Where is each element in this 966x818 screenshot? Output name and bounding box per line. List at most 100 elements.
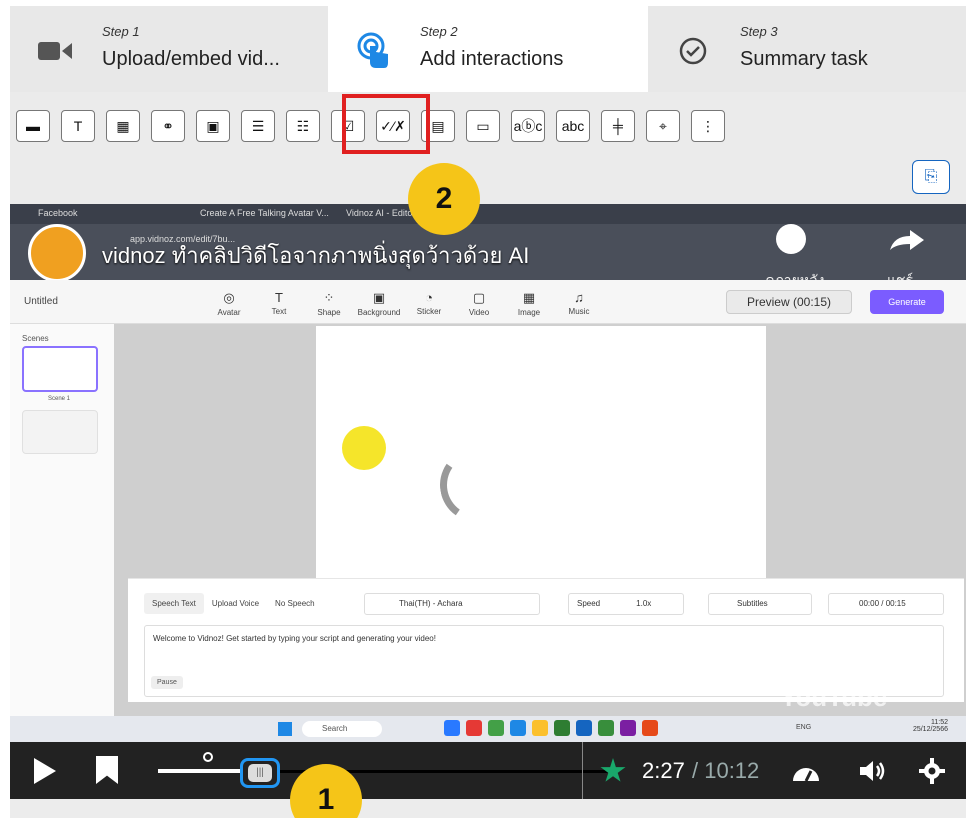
speech-tabs: Speech Text Upload Voice No Speech: [144, 593, 323, 614]
fill-blanks-tool-icon: abc: [561, 118, 585, 134]
current-time: 2:27: [642, 758, 685, 783]
preview-button: Preview (00:15): [726, 290, 852, 314]
taskbar-app-icon: [488, 720, 504, 736]
duration: / 10:12: [692, 758, 760, 783]
mark-words-tool-button[interactable]: ▭: [466, 110, 500, 142]
generate-button: Generate: [870, 290, 944, 314]
touch-pointer-icon: [356, 32, 390, 68]
channel-avatar[interactable]: [28, 224, 86, 282]
speed-gauge-icon[interactable]: [790, 756, 822, 786]
video-camera-icon: [38, 34, 72, 68]
browser-tab-1: Facebook: [38, 208, 78, 218]
link-tool-button[interactable]: ⚭: [151, 110, 185, 142]
text-tool: T Text: [271, 290, 287, 316]
drag-text-tool-button[interactable]: aⓑc: [511, 110, 545, 142]
bottom-strip: [10, 799, 966, 818]
navigation-hotspot-tool-icon: ⌖: [659, 117, 667, 134]
time-divider: [582, 742, 583, 799]
volume-icon[interactable]: [856, 756, 888, 786]
link-tool-icon: ⚭: [162, 117, 174, 134]
video-frame[interactable]: Facebook Create A Free Talking Avatar V.…: [10, 204, 966, 799]
more-tool-icon: ⋮: [701, 117, 715, 134]
taskbar-language: ENG: [796, 724, 812, 731]
browser-tab-2: Create A Free Talking Avatar V...: [200, 208, 329, 218]
upload-voice-tab: Upload Voice: [211, 599, 260, 608]
taskbar-app-icon: [598, 720, 614, 736]
step-2-label: Add interactions: [420, 48, 564, 70]
table-tool-button[interactable]: ▦: [106, 110, 140, 142]
browser-tab-bar: Facebook Create A Free Talking Avatar V.…: [10, 204, 966, 224]
drag-drop-tool-icon: ▤: [431, 117, 445, 134]
fill-blanks-tool-button[interactable]: abc: [556, 110, 590, 142]
crossroads-tool-button[interactable]: ╪: [601, 110, 635, 142]
browser-tab-3: Vidnoz AI - Editor: [346, 208, 416, 218]
more-tool-button[interactable]: ⋮: [691, 110, 725, 142]
step-2-number: Step 2: [420, 24, 458, 39]
marker-dot: [203, 752, 213, 762]
crossroads-tool-icon: ╪: [613, 118, 623, 134]
speech-text-tab: Speech Text: [144, 593, 204, 614]
label-tool-icon: ▬: [26, 118, 40, 134]
windows-start-icon: [278, 722, 292, 736]
interaction-toolbar: ▬ T ▦ ⚭ ▣ ☰ ☷ ☑ ✓⁄✗ ▤ ▭ aⓑc abc ╪ ⌖ ⋮: [10, 92, 966, 204]
no-speech-tab: No Speech: [275, 599, 315, 608]
video-title[interactable]: vidnoz ทำคลิปวิดีโอจากภาพนิ่งสุดว้าวด้วย…: [102, 238, 529, 273]
paste-button[interactable]: ⎘: [912, 160, 950, 194]
step-3-tab[interactable]: Step 3 Summary task: [648, 6, 966, 92]
grip-icon: |||: [248, 764, 272, 782]
voice-select: Thai(TH) - Achara: [364, 593, 540, 615]
taskbar-app-icon: [444, 720, 460, 736]
table-tool-icon: ▦: [116, 117, 130, 134]
script-text: Welcome to Vidnoz! Get started by typing…: [153, 634, 436, 643]
drag-text-tool-icon: aⓑc: [513, 118, 543, 134]
project-name: Untitled: [24, 296, 58, 307]
taskbar-app-icon: [466, 720, 482, 736]
taskbar-app-icon: [642, 720, 658, 736]
step-3-number: Step 3: [740, 24, 778, 39]
navigation-hotspot-tool-button[interactable]: ⌖: [646, 110, 680, 142]
step-1-tab[interactable]: Step 1 Upload/embed vid...: [10, 6, 328, 92]
background-tool: ▣ Background: [357, 290, 401, 317]
watch-later-icon[interactable]: [776, 224, 806, 254]
add-scene-card: [22, 410, 98, 454]
single-choice-tool-button[interactable]: ☷: [286, 110, 320, 142]
play-icon[interactable]: [34, 758, 56, 784]
taskbar-app-icon: [510, 720, 526, 736]
text-tool-button[interactable]: T: [61, 110, 95, 142]
statements-tool-icon: ☰: [251, 117, 265, 134]
image-tool: ▦ Image: [517, 290, 541, 317]
image-tool-button[interactable]: ▣: [196, 110, 230, 142]
settings-gear-icon[interactable]: [916, 756, 948, 786]
step-tabs: Step 1 Upload/embed vid... Step 2 Add in…: [10, 6, 966, 92]
clipboard-icon: ⎘: [924, 168, 938, 185]
windows-taskbar: Search ENG 11:52 25/12/2566: [10, 716, 966, 742]
taskbar-app-icon: [620, 720, 636, 736]
bookmark-icon[interactable]: [96, 756, 118, 784]
scene-card: [22, 346, 98, 392]
shape-tool: ⁘ Shape: [317, 290, 341, 317]
taskbar-clock: 11:52 25/12/2566: [912, 719, 948, 733]
taskbar-app-icon: [576, 720, 592, 736]
label-tool-button[interactable]: ▬: [16, 110, 50, 142]
video-tool: ▢ Video: [468, 290, 490, 317]
statements-tool-button[interactable]: ☰: [241, 110, 275, 142]
subtitles-toggle: Subtitles: [708, 593, 812, 615]
step-marker-2: 2: [408, 163, 480, 235]
sticker-tool: ◔ Sticker: [416, 290, 442, 316]
cursor-highlight: [342, 426, 386, 470]
step-2-tab[interactable]: Step 2 Add interactions: [328, 6, 648, 92]
check-circle-icon: [676, 34, 710, 68]
text-tool-icon: T: [73, 118, 83, 134]
scene-1-label: Scene 1: [48, 396, 71, 402]
share-icon[interactable]: [890, 228, 924, 252]
player-controls: ||| 2:27 / 10:12: [10, 742, 966, 799]
scenes-label: Scenes: [22, 334, 49, 343]
single-choice-tool-icon: ☷: [296, 117, 310, 134]
image-tool-icon: ▣: [206, 117, 220, 134]
taskbar-search: Search: [302, 721, 382, 737]
pause-button: Pause: [151, 676, 183, 689]
highlight-box: [342, 94, 430, 154]
mark-words-tool-icon: ▭: [476, 117, 490, 134]
youtube-logo: YouTube: [780, 682, 888, 712]
progress-thumb[interactable]: |||: [240, 758, 280, 788]
